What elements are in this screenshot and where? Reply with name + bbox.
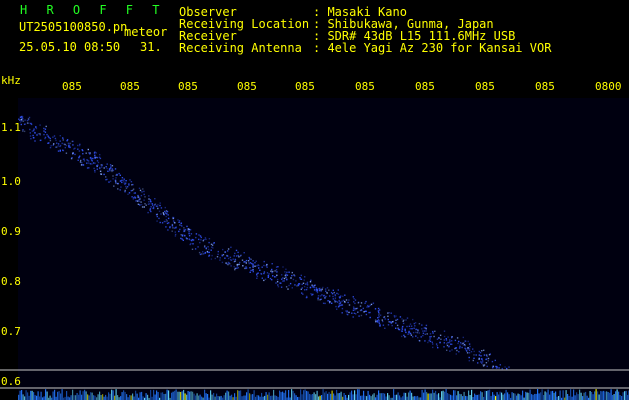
x-tick-2: 085 — [120, 80, 140, 93]
x-tick-10: 0800 — [595, 80, 622, 93]
y-tick-0-6: 0.6 — [1, 375, 21, 388]
x-tick-5: 085 — [295, 80, 315, 93]
x-tick-8: 085 — [475, 80, 495, 93]
x-tick-4: 085 — [237, 80, 257, 93]
plot-background — [18, 98, 629, 400]
y-tick-0-8: 0.8 — [1, 275, 21, 288]
x-tick-9: 085 — [535, 80, 555, 93]
y-tick-1-0: 1.0 — [1, 175, 21, 188]
y-tick-1-1: 1.1 — [1, 121, 21, 134]
y-tick-0-7: 0.7 — [1, 325, 21, 338]
spectrogram-plot — [0, 98, 629, 400]
x-tick-7: 085 — [415, 80, 435, 93]
x-tick-1: 085 — [62, 80, 82, 93]
x-tick-3: 085 — [178, 80, 198, 93]
y-axis-unit: kHz — [1, 74, 21, 87]
hrofft-window: H R O F F T UT2505100850.pn meteor 25.05… — [0, 0, 629, 400]
x-tick-6: 085 — [355, 80, 375, 93]
y-tick-0-9: 0.9 — [1, 225, 21, 238]
